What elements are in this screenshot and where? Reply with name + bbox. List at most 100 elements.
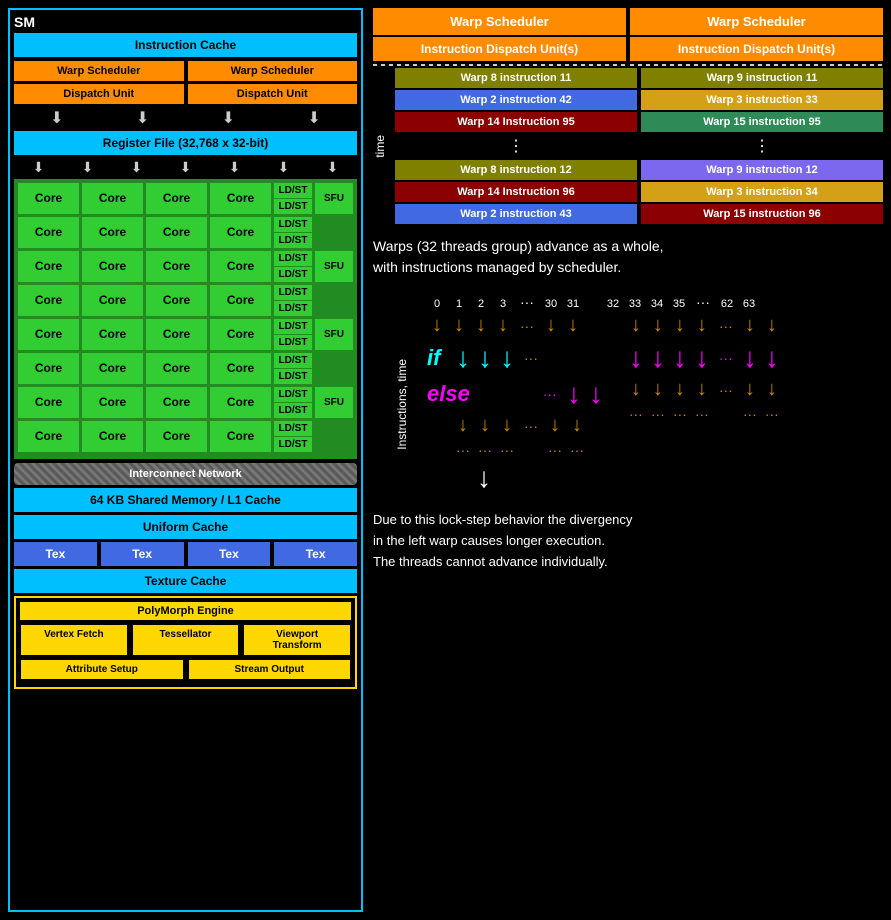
tnum-dots-right: ··· xyxy=(691,294,715,310)
core-4-1: Core xyxy=(18,285,79,316)
core-1-2: Core xyxy=(82,183,143,214)
if-label: if xyxy=(427,345,451,371)
warp-instr-2-5: Warp 3 instruction 34 xyxy=(641,182,883,202)
polymorph-row-1: Vertex Fetch Tessellator ViewportTransfo… xyxy=(20,624,351,656)
rarrow-6: ⬇ xyxy=(278,159,290,176)
ldst-1-1: LD/ST xyxy=(274,183,312,198)
post-arrows: ↓ ↓ ↓ ··· ↓ ↓ xyxy=(427,414,606,438)
warp-instr-1-5: Warp 14 Instruction 96 xyxy=(395,182,637,202)
core-7-1: Core xyxy=(18,387,79,418)
trailing-arrows: ··· ··· ··· ··· ··· xyxy=(427,442,606,458)
core-1-4: Core xyxy=(210,183,271,214)
post-dots: ··· xyxy=(519,414,543,438)
rarrow-5: ⬇ xyxy=(229,159,241,176)
sfu-placeholder-2 xyxy=(315,217,353,248)
tnum-dots-left: ··· xyxy=(515,294,539,310)
tnum-2: 2 xyxy=(471,298,491,310)
core-8-3: Core xyxy=(146,421,207,452)
rtrail-63: ··· xyxy=(762,406,782,422)
ldst-8-1: LD/ST xyxy=(274,421,312,436)
rarrow-4: ⬇ xyxy=(180,159,192,176)
post-arr-30: ↓ xyxy=(545,414,565,438)
rpost-32: ↓ xyxy=(626,378,646,402)
bottom-description: Due to this lock-step behavior the diver… xyxy=(373,506,883,576)
ldst-3-2: LD/ST xyxy=(274,267,312,282)
arr-31: ↓ xyxy=(563,314,583,338)
post-pad xyxy=(427,414,451,438)
register-arrows: ⬇ ⬇ ⬇ ⬇ ⬇ ⬇ ⬇ xyxy=(14,159,357,176)
core-row-3: Core Core Core Core LD/ST LD/ST SFU xyxy=(18,251,353,282)
rpost-33: ↓ xyxy=(648,378,668,402)
core-8-2: Core xyxy=(82,421,143,452)
core-5-4: Core xyxy=(210,319,271,350)
core-grid: Core Core Core Core LD/ST LD/ST SFU Core… xyxy=(14,179,357,459)
dispatch-header-2: Instruction Dispatch Unit(s) xyxy=(630,37,883,61)
else-arr-31: ↓ xyxy=(586,378,606,410)
rpink-33: ↓ xyxy=(648,342,668,374)
ldst-2-1: LD/ST xyxy=(274,217,312,232)
tex-2: Tex xyxy=(101,542,184,566)
warp-dots-2: ⋮ xyxy=(641,134,883,158)
core-row-8: Core Core Core Core LD/ST LD/ST xyxy=(18,421,353,452)
rpost-34: ↓ xyxy=(670,378,690,402)
core-3-3: Core xyxy=(146,251,207,282)
warp-time-label: time xyxy=(373,135,387,158)
if-arr-2: ↓ xyxy=(497,342,517,374)
ldst-6-2: LD/ST xyxy=(274,369,312,384)
if-arr-1: ↓ xyxy=(475,342,495,374)
sep-col-1 xyxy=(373,64,626,66)
arrow-4: ⬇ xyxy=(307,108,320,128)
left-panel: SM Instruction Cache Warp Scheduler Warp… xyxy=(8,8,363,912)
dispatch-header-row: Instruction Dispatch Unit(s) Instruction… xyxy=(373,37,883,61)
warp-instr-2-3: Warp 15 instruction 95 xyxy=(641,112,883,132)
tex-4: Tex xyxy=(274,542,357,566)
bottom-desc-text: Due to this lock-step behavior the diver… xyxy=(373,512,632,569)
warp-instr-2-2: Warp 3 instruction 33 xyxy=(641,90,883,110)
else-arr-30: ↓ xyxy=(564,378,584,410)
rarr-34: ↓ xyxy=(670,314,690,338)
rpink-35: ↓ xyxy=(692,342,712,374)
warp-diagram: Warp Scheduler Warp Scheduler Instructio… xyxy=(373,8,883,224)
core-2-3: Core xyxy=(146,217,207,248)
arrow-3: ⬇ xyxy=(222,108,235,128)
warp-schedulers-row: Warp Scheduler Warp Scheduler xyxy=(14,61,357,81)
arr-2: ↓ xyxy=(471,314,491,338)
shared-memory: 64 KB Shared Memory / L1 Cache xyxy=(14,488,357,512)
warp-instructions-table: Warp 8 instruction 11 Warp 2 instruction… xyxy=(395,68,883,224)
trail-31: ··· xyxy=(567,442,587,458)
ldst-4-1: LD/ST xyxy=(274,285,312,300)
rpost-dots: ··· xyxy=(714,378,738,402)
core-4-3: Core xyxy=(146,285,207,316)
viewport-transform: ViewportTransform xyxy=(243,624,351,656)
core-2-2: Core xyxy=(82,217,143,248)
ldst-3-1: LD/ST xyxy=(274,251,312,266)
tnum-1: 1 xyxy=(449,298,469,310)
arrow-rows: ↓ ↓ ↓ ↓ ··· ↓ ↓ if ↓ xyxy=(427,314,879,458)
separator-lines xyxy=(373,64,883,66)
trail-30: ··· xyxy=(545,442,565,458)
arr-1: ↓ xyxy=(449,314,469,338)
tnum-34: 34 xyxy=(647,298,667,310)
warp-instr-1-4: Warp 8 instruction 12 xyxy=(395,160,637,180)
tnum-35: 35 xyxy=(669,298,689,310)
sfu-1: SFU xyxy=(315,183,353,214)
sfu-3: SFU xyxy=(315,319,353,350)
core-3-2: Core xyxy=(82,251,143,282)
core-cells-6: Core Core Core Core xyxy=(18,353,271,384)
else-dots: ··· xyxy=(538,379,562,409)
tex-1: Tex xyxy=(14,542,97,566)
sfu-placeholder-8 xyxy=(315,421,353,452)
tnum-33: 33 xyxy=(625,298,645,310)
tnum-63: 63 xyxy=(739,298,759,310)
core-6-1: Core xyxy=(18,353,79,384)
warp-instr-1-6: Warp 2 instruction 43 xyxy=(395,204,637,224)
rarr-62: ↓ xyxy=(740,314,760,338)
sfu-placeholder-6 xyxy=(315,353,353,384)
big-down-arrow: ↓ xyxy=(427,462,879,494)
interconnect-network: Interconnect Network xyxy=(14,463,357,485)
right-post-arrows: ↓ ↓ ↓ ↓ ··· ↓ ↓ xyxy=(626,378,782,402)
thread-numbers: 0 1 2 3 ··· 30 31 32 33 34 35 ··· 62 63 xyxy=(377,294,879,310)
pre-if-arrows: ↓ ↓ ↓ ↓ ··· ↓ ↓ xyxy=(427,314,606,338)
ldst-7-2: LD/ST xyxy=(274,403,312,418)
dispatch-units-row: Dispatch Unit Dispatch Unit xyxy=(14,84,357,104)
